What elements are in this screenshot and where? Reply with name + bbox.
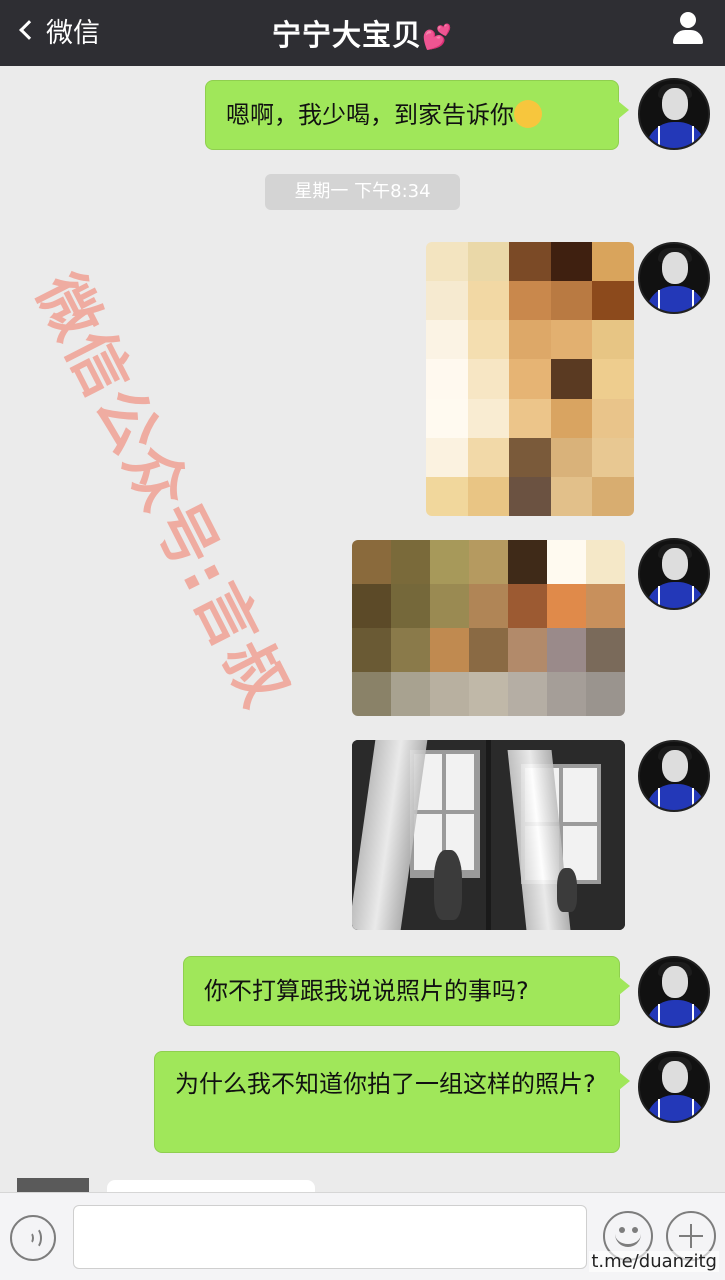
voice-icon[interactable] <box>10 1215 56 1261</box>
message-text: 嗯啊，我少喝，到家告诉你 <box>226 101 514 129</box>
person-icon[interactable] <box>671 12 705 46</box>
message-text: 你不打算跟我说说照片的事吗? <box>204 977 529 1005</box>
avatar[interactable] <box>638 242 710 314</box>
timestamp: 星期一 下午8:34 <box>265 174 460 210</box>
avatar[interactable] <box>638 1051 710 1123</box>
message-bubble[interactable]: 嗯啊，我少喝，到家告诉你 <box>205 80 629 150</box>
input-bar: t.me/duanzitg <box>0 1192 725 1280</box>
message-text: 为什么我不知道你拍了一组这样的照片? <box>175 1070 596 1098</box>
avatar[interactable] <box>638 956 710 1028</box>
chat-title: 宁宁大宝贝💕 <box>0 12 725 54</box>
watermark: 微信公众号:言叔 <box>22 262 304 719</box>
credit-text: t.me/duanzitg <box>589 1251 719 1272</box>
avatar[interactable] <box>638 78 710 150</box>
message-input[interactable] <box>73 1205 587 1269</box>
avatar[interactable] <box>17 1178 89 1192</box>
hearts-emoji: 💕 <box>422 23 453 51</box>
avatar[interactable] <box>638 538 710 610</box>
message-bubble[interactable]: 为什么我不知道你拍了一组这样的照片? <box>154 1051 630 1153</box>
image-message[interactable] <box>352 540 625 716</box>
chat-title-text: 宁宁大宝贝 <box>272 18 423 52</box>
image-message[interactable] <box>426 242 634 516</box>
chat-header: 微信 宁宁大宝贝💕 <box>0 0 725 66</box>
message-bubble[interactable]: 你不打算跟我说说照片的事吗? <box>183 956 630 1026</box>
chat-area[interactable]: 嗯啊，我少喝，到家告诉你 星期一 下午8:34 你不打算跟我说说照片的事吗? 为… <box>0 66 725 1192</box>
kiss-emoji-icon <box>514 100 542 128</box>
message-bubble[interactable] <box>107 1180 315 1192</box>
image-message[interactable] <box>352 740 625 930</box>
avatar[interactable] <box>638 740 710 812</box>
